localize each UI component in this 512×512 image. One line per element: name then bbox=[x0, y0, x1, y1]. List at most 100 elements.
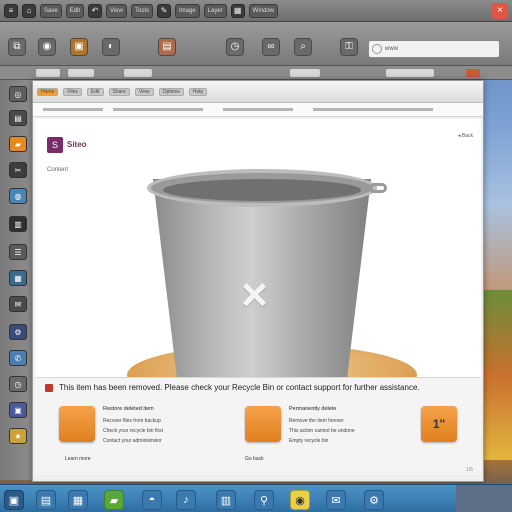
dock-mail-icon[interactable]: ✆ bbox=[9, 350, 27, 366]
bookmark-item[interactable] bbox=[386, 69, 434, 77]
undo-icon[interactable]: ↶ bbox=[88, 3, 103, 18]
ribbon-toolbar: ⧉ ◉ ▣ ◐ ▤ ◷ ∞ ⌕ ⚿ www bbox=[0, 22, 512, 66]
card-text: Remove the item forever bbox=[289, 418, 344, 424]
dock-folder-icon[interactable]: ▰ bbox=[9, 136, 27, 152]
dock-globe-icon[interactable]: ◍ bbox=[9, 188, 27, 204]
taskbar-photo-icon[interactable]: ◓ bbox=[142, 490, 162, 510]
taskbar-folder-icon[interactable]: ▰ bbox=[104, 490, 124, 510]
photo-icon[interactable]: ▣ bbox=[70, 38, 88, 56]
toolbar-item-view[interactable]: View bbox=[106, 3, 127, 18]
dock-photo-icon[interactable]: ▣ bbox=[9, 402, 27, 418]
window-navigation bbox=[33, 103, 483, 117]
taskbar: ▣ ▤ ▦ ▰ ◓ ♪ ▥ ⚲ ◉ ✉ ⚙ bbox=[0, 484, 512, 512]
dock-document-icon[interactable]: ▤ bbox=[9, 110, 27, 126]
lock-icon[interactable]: ⚿ bbox=[340, 38, 358, 56]
nav-line bbox=[313, 108, 433, 111]
toolbar-item-edit[interactable]: Edit bbox=[65, 3, 85, 18]
globe-icon bbox=[372, 44, 382, 54]
dock-list-icon[interactable]: ☰ bbox=[9, 244, 27, 260]
home-icon[interactable]: ⌂ bbox=[22, 3, 36, 18]
toolbar-item-tools[interactable]: Tools bbox=[130, 3, 153, 18]
toolbar-item-image[interactable]: Image bbox=[174, 3, 200, 18]
window-tab-files[interactable]: Files bbox=[63, 87, 82, 96]
info-panel: This item has been removed. Please check… bbox=[35, 377, 481, 475]
nav-line bbox=[113, 108, 203, 111]
system-tray[interactable] bbox=[456, 485, 512, 512]
dock-chat-icon[interactable]: ✉ bbox=[9, 296, 27, 312]
bucket-handle bbox=[369, 183, 387, 193]
link-icon[interactable]: ∞ bbox=[262, 38, 280, 56]
window-tab-view[interactable]: View bbox=[134, 87, 154, 96]
brush-icon[interactable]: ✎ bbox=[156, 3, 171, 18]
camera-icon[interactable]: ◉ bbox=[38, 38, 56, 56]
dock-settings-icon[interactable]: ⚙ bbox=[9, 324, 27, 340]
delete-icon[interactable] bbox=[245, 406, 281, 442]
site-subtitle: Content bbox=[47, 167, 69, 173]
card-title-delete[interactable]: Permanently delete bbox=[289, 406, 336, 412]
taskbar-browser-icon[interactable]: ◉ bbox=[290, 490, 310, 510]
page-number: 1/5 bbox=[466, 467, 473, 473]
picture-icon[interactable]: ▤ bbox=[158, 38, 176, 56]
window-tabs: Home Files Edit Share View Options Help bbox=[33, 81, 483, 103]
site-brand[interactable]: Siteo bbox=[67, 140, 87, 149]
taskbar-music-icon[interactable]: ♪ bbox=[176, 490, 196, 510]
nav-line bbox=[43, 108, 103, 111]
taskbar-window-icon[interactable]: ▤ bbox=[36, 490, 56, 510]
restore-icon[interactable] bbox=[59, 406, 95, 442]
warning-icon bbox=[45, 384, 53, 392]
grid-icon[interactable]: ▦ bbox=[230, 3, 245, 18]
help-card-icon[interactable]: 1" bbox=[421, 406, 457, 442]
go-back-link[interactable]: Go back bbox=[245, 456, 264, 462]
contrast-icon[interactable]: ◐ bbox=[102, 38, 120, 56]
bookmark-item[interactable] bbox=[124, 69, 152, 77]
window-tab-help[interactable]: Help bbox=[188, 87, 208, 96]
address-value: www bbox=[385, 46, 398, 52]
search-icon[interactable]: ⌕ bbox=[294, 38, 312, 56]
dock-menu-icon[interactable]: ◎ bbox=[9, 86, 27, 102]
learn-more-link[interactable]: Learn more bbox=[65, 456, 91, 462]
dock-star-icon[interactable]: ★ bbox=[9, 428, 27, 444]
left-dock: ◎ ▤ ▰ ✂ ◍ ▥ ☰ ▦ ✉ ⚙ ✆ ◷ ▣ ★ bbox=[0, 80, 34, 480]
taskbar-network-icon[interactable]: ⚲ bbox=[254, 490, 274, 510]
window-tab-edit[interactable]: Edit bbox=[86, 87, 104, 96]
card-text: Empty recycle bin bbox=[289, 438, 329, 444]
address-bar[interactable]: www bbox=[368, 40, 500, 58]
taskbar-grid-icon[interactable]: ▦ bbox=[68, 490, 88, 510]
dock-scissors-icon[interactable]: ✂ bbox=[9, 162, 27, 178]
card-title-restore[interactable]: Restore deleted item bbox=[103, 406, 154, 412]
dock-clock-icon[interactable]: ◷ bbox=[9, 376, 27, 392]
dock-terminal-icon[interactable]: ▥ bbox=[9, 216, 27, 232]
card-text: This action cannot be undone bbox=[289, 428, 355, 434]
dock-calendar-icon[interactable]: ▦ bbox=[9, 270, 27, 286]
taskbar-calendar-icon[interactable]: ▥ bbox=[216, 490, 236, 510]
app-window: Home Files Edit Share View Options Help … bbox=[32, 80, 484, 482]
card-text: Recover files from backup bbox=[103, 418, 161, 424]
bookmark-item[interactable] bbox=[466, 69, 480, 77]
site-logo[interactable]: S bbox=[47, 137, 63, 153]
delete-x-icon: × bbox=[241, 268, 268, 320]
bookmark-item[interactable] bbox=[68, 69, 94, 77]
window-tab-share[interactable]: Share bbox=[108, 87, 130, 96]
bookmark-item[interactable] bbox=[36, 69, 60, 77]
app-menu-icon[interactable]: ≡ bbox=[4, 3, 18, 18]
bookmarks-bar bbox=[0, 66, 512, 80]
clock-icon[interactable]: ◷ bbox=[226, 38, 244, 56]
card-text: Contact your administrator bbox=[103, 438, 162, 444]
toolbar-item-save[interactable]: Save bbox=[40, 3, 62, 18]
toolbar-item-window[interactable]: Window bbox=[248, 3, 278, 18]
top-toolbar: ≡ ⌂ Save Edit ↶ View Tools ✎ Image Layer… bbox=[0, 0, 512, 22]
nav-line bbox=[223, 108, 293, 111]
bookmark-item[interactable] bbox=[290, 69, 320, 77]
copy-icon[interactable]: ⧉ bbox=[8, 38, 26, 56]
toolbar-item-layer[interactable]: Layer bbox=[203, 3, 227, 18]
card-text: Check your recycle bin first bbox=[103, 428, 164, 434]
notice-text: This item has been removed. Please check… bbox=[59, 383, 420, 392]
bucket-inside bbox=[163, 179, 361, 201]
start-icon[interactable]: ▣ bbox=[4, 490, 24, 510]
window-tab-home[interactable]: Home bbox=[37, 87, 59, 96]
back-link[interactable]: ◂ Back bbox=[458, 133, 473, 139]
taskbar-chat-icon[interactable]: ✉ bbox=[326, 490, 346, 510]
taskbar-settings-icon[interactable]: ⚙ bbox=[364, 490, 384, 510]
close-button[interactable]: × bbox=[492, 2, 508, 19]
window-tab-options[interactable]: Options bbox=[158, 87, 184, 96]
